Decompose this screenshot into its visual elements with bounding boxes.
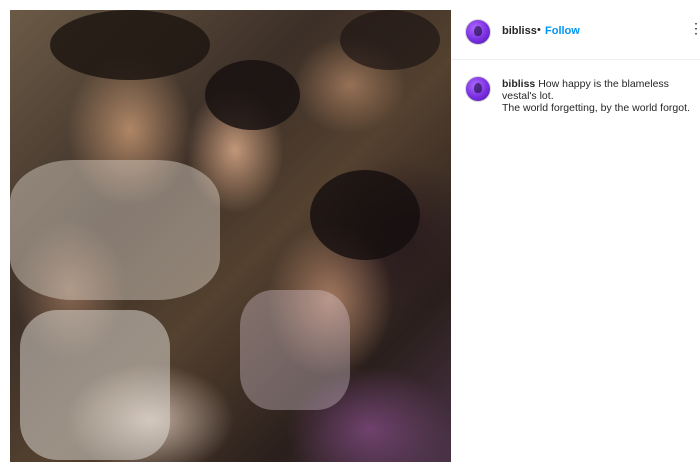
caption-line-2: The world forgetting, by the world forgo…: [502, 102, 690, 114]
caption-username[interactable]: bibliss: [502, 78, 535, 90]
user-avatar-icon[interactable]: [465, 19, 491, 45]
header-username[interactable]: bibliss: [502, 25, 537, 37]
separator-dot: •: [537, 24, 541, 36]
photo-layer: [340, 10, 440, 70]
caption-text: bibliss How happy is the blameless vesta…: [502, 78, 692, 114]
more-options-icon[interactable]: ⋮: [689, 20, 700, 37]
follow-button[interactable]: Follow: [545, 25, 580, 37]
photo-layer: [20, 310, 170, 460]
instagram-post: bibliss • Follow ⋮ bibliss How happy is …: [0, 0, 700, 472]
photo-layer: [10, 160, 220, 300]
user-avatar-icon[interactable]: [465, 76, 491, 102]
photo-layer: [205, 60, 300, 130]
post-header: bibliss • Follow ⋮: [451, 10, 700, 60]
photo-layer: [310, 170, 420, 260]
post-side-panel: bibliss • Follow ⋮ bibliss How happy is …: [451, 0, 700, 472]
post-photo[interactable]: [10, 10, 451, 462]
photo-layer: [50, 10, 210, 80]
photo-layer: [240, 290, 350, 410]
